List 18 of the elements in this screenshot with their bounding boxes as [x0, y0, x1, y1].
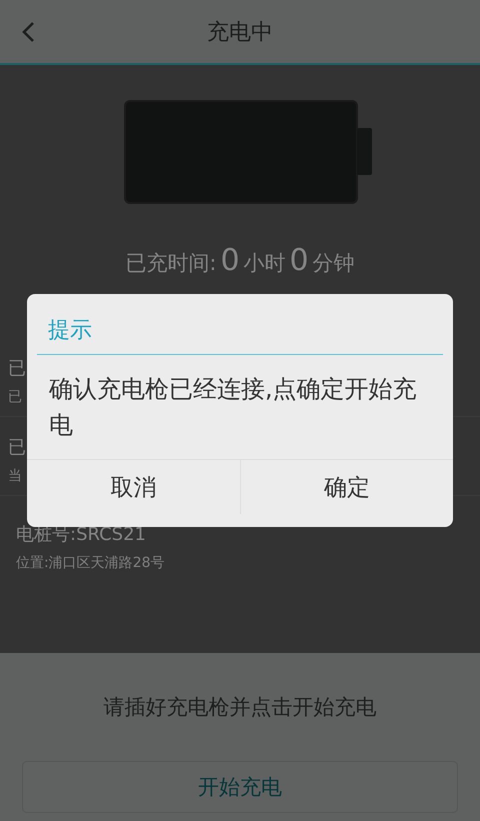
screen-title: 充电中 [207, 18, 273, 46]
hours-unit: 小时 [244, 250, 286, 277]
info-subtitle: 位置:浦口区天浦路28号 [15, 554, 165, 572]
cancel-button[interactable]: 取消 [27, 460, 240, 514]
minutes-value: 0 [290, 243, 309, 278]
dialog-title: 提示 [48, 317, 92, 345]
info-title: 已 [8, 357, 26, 380]
back-icon[interactable] [21, 21, 35, 43]
minutes-unit: 分钟 [312, 250, 355, 277]
confirm-button[interactable]: 确定 [240, 460, 453, 514]
battery-icon [124, 100, 374, 205]
charge-time-label: 已充时间: [125, 250, 216, 277]
info-subtitle: 已 [8, 388, 22, 406]
dialog-message: 确认充电枪已经连接,点确定开始充电 [49, 374, 418, 441]
info-title: 已 [8, 436, 26, 459]
hours-value: 0 [220, 243, 240, 278]
hint-text: 请插好充电枪并点击开始充电 [104, 694, 376, 721]
info-subtitle: 当 [8, 467, 22, 485]
